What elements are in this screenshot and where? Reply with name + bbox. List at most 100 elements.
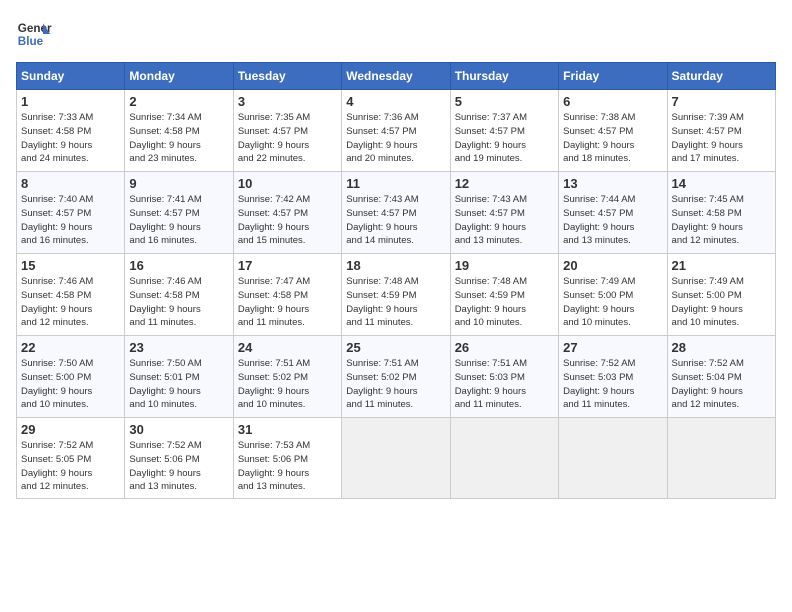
- day-info: Sunrise: 7:42 AMSunset: 4:57 PMDaylight:…: [238, 193, 337, 248]
- svg-text:Blue: Blue: [18, 35, 44, 48]
- empty-cell: [667, 418, 775, 499]
- day-info: Sunrise: 7:34 AMSunset: 4:58 PMDaylight:…: [129, 111, 228, 166]
- col-tuesday: Tuesday: [233, 63, 341, 90]
- day-cell-23: 23Sunrise: 7:50 AMSunset: 5:01 PMDayligh…: [125, 336, 233, 418]
- day-cell-15: 15Sunrise: 7:46 AMSunset: 4:58 PMDayligh…: [17, 254, 125, 336]
- calendar-week-row: 22 Sunrise: 7:50 AMSunset: 5:00 PMDayligh…: [17, 336, 776, 418]
- calendar-week-row: 1 Sunrise: 7:33 AMSunset: 4:58 PMDaylight…: [17, 90, 776, 172]
- logo: General Blue: [16, 16, 52, 52]
- col-thursday: Thursday: [450, 63, 558, 90]
- day-number: 29: [21, 422, 120, 437]
- day-cell-18: 18 Sunrise: 7:48 AMSunset: 4:59 PMDayligh…: [342, 254, 450, 336]
- day-number: 5: [455, 94, 554, 109]
- day-number: 4: [346, 94, 445, 109]
- day-cell-3: 3Sunrise: 7:35 AMSunset: 4:57 PMDaylight…: [233, 90, 341, 172]
- col-monday: Monday: [125, 63, 233, 90]
- day-cell-9: 9Sunrise: 7:41 AMSunset: 4:57 PMDaylight…: [125, 172, 233, 254]
- day-number: 8: [21, 176, 120, 191]
- day-number: 18: [346, 258, 445, 273]
- day-info: Sunrise: 7:37 AMSunset: 4:57 PMDaylight:…: [455, 111, 554, 166]
- day-number: 7: [672, 94, 771, 109]
- day-info: Sunrise: 7:52 AMSunset: 5:06 PMDaylight:…: [129, 439, 228, 494]
- empty-cell: [559, 418, 667, 499]
- day-info: Sunrise: 7:43 AMSunset: 4:57 PMDaylight:…: [346, 193, 445, 248]
- day-info: Sunrise: 7:49 AMSunset: 5:00 PMDaylight:…: [563, 275, 662, 330]
- col-friday: Friday: [559, 63, 667, 90]
- day-number: 3: [238, 94, 337, 109]
- day-number: 24: [238, 340, 337, 355]
- day-info: Sunrise: 7:46 AMSunset: 4:58 PMDaylight:…: [129, 275, 228, 330]
- col-sunday: Sunday: [17, 63, 125, 90]
- day-cell-22: 22 Sunrise: 7:50 AMSunset: 5:00 PMDayligh…: [17, 336, 125, 418]
- day-cell-7: 7 Sunrise: 7:39 AMSunset: 4:57 PMDaylight…: [667, 90, 775, 172]
- day-info: Sunrise: 7:40 AMSunset: 4:57 PMDaylight:…: [21, 193, 120, 248]
- calendar-week-row: 29 Sunrise: 7:52 AMSunset: 5:05 PMDayligh…: [17, 418, 776, 499]
- day-number: 28: [672, 340, 771, 355]
- day-cell-28: 28 Sunrise: 7:52 AMSunset: 5:04 PMDayligh…: [667, 336, 775, 418]
- day-cell-10: 10 Sunrise: 7:42 AMSunset: 4:57 PMDayligh…: [233, 172, 341, 254]
- day-number: 12: [455, 176, 554, 191]
- day-cell-8: 8 Sunrise: 7:40 AMSunset: 4:57 PMDaylight…: [17, 172, 125, 254]
- day-number: 20: [563, 258, 662, 273]
- day-number: 26: [455, 340, 554, 355]
- day-number: 2: [129, 94, 228, 109]
- day-info: Sunrise: 7:52 AMSunset: 5:04 PMDaylight:…: [672, 357, 771, 412]
- day-cell-21: 21 Sunrise: 7:49 AMSunset: 5:00 PMDayligh…: [667, 254, 775, 336]
- day-cell-19: 19 Sunrise: 7:48 AMSunset: 4:59 PMDayligh…: [450, 254, 558, 336]
- day-cell-2: 2 Sunrise: 7:34 AMSunset: 4:58 PMDaylight…: [125, 90, 233, 172]
- day-cell-17: 17Sunrise: 7:47 AMSunset: 4:58 PMDayligh…: [233, 254, 341, 336]
- day-number: 22: [21, 340, 120, 355]
- calendar-week-row: 15 Sunrise: 7:46 AMSunset: 4:58 PMDayligh…: [17, 254, 776, 336]
- day-number: 10: [238, 176, 337, 191]
- day-info: Sunrise: 7:48 AMSunset: 4:59 PMDaylight:…: [455, 275, 554, 330]
- day-cell-6: 6Sunrise: 7:38 AMSunset: 4:57 PMDaylight…: [559, 90, 667, 172]
- day-info: Sunrise: 7:50 AMSunset: 5:00 PMDaylight:…: [21, 357, 120, 412]
- page-header: General Blue: [16, 16, 776, 52]
- calendar-week-row: 8 Sunrise: 7:40 AMSunset: 4:57 PMDaylight…: [17, 172, 776, 254]
- day-cell-14: 14 Sunrise: 7:45 AMSunset: 4:58 PMDayligh…: [667, 172, 775, 254]
- day-info: Sunrise: 7:39 AMSunset: 4:57 PMDaylight:…: [672, 111, 771, 166]
- day-number: 19: [455, 258, 554, 273]
- col-saturday: Saturday: [667, 63, 775, 90]
- day-info: Sunrise: 7:51 AMSunset: 5:02 PMDaylight:…: [238, 357, 337, 412]
- day-cell-4: 4Sunrise: 7:36 AMSunset: 4:57 PMDaylight…: [342, 90, 450, 172]
- day-number: 25: [346, 340, 445, 355]
- day-info: Sunrise: 7:38 AMSunset: 4:57 PMDaylight:…: [563, 111, 662, 166]
- day-info: Sunrise: 7:51 AMSunset: 5:02 PMDaylight:…: [346, 357, 445, 412]
- day-cell-16: 16 Sunrise: 7:46 AMSunset: 4:58 PMDayligh…: [125, 254, 233, 336]
- day-cell-13: 13Sunrise: 7:44 AMSunset: 4:57 PMDayligh…: [559, 172, 667, 254]
- day-info: Sunrise: 7:50 AMSunset: 5:01 PMDaylight:…: [129, 357, 228, 412]
- day-info: Sunrise: 7:33 AMSunset: 4:58 PMDaylight:…: [21, 111, 120, 166]
- day-number: 11: [346, 176, 445, 191]
- day-cell-24: 24 Sunrise: 7:51 AMSunset: 5:02 PMDayligh…: [233, 336, 341, 418]
- day-info: Sunrise: 7:48 AMSunset: 4:59 PMDaylight:…: [346, 275, 445, 330]
- day-number: 21: [672, 258, 771, 273]
- day-number: 14: [672, 176, 771, 191]
- empty-cell: [450, 418, 558, 499]
- day-info: Sunrise: 7:52 AMSunset: 5:03 PMDaylight:…: [563, 357, 662, 412]
- day-info: Sunrise: 7:44 AMSunset: 4:57 PMDaylight:…: [563, 193, 662, 248]
- day-cell-5: 5 Sunrise: 7:37 AMSunset: 4:57 PMDaylight…: [450, 90, 558, 172]
- day-info: Sunrise: 7:52 AMSunset: 5:05 PMDaylight:…: [21, 439, 120, 494]
- day-cell-30: 30 Sunrise: 7:52 AMSunset: 5:06 PMDayligh…: [125, 418, 233, 499]
- day-cell-1: 1 Sunrise: 7:33 AMSunset: 4:58 PMDaylight…: [17, 90, 125, 172]
- day-number: 1: [21, 94, 120, 109]
- day-number: 9: [129, 176, 228, 191]
- day-info: Sunrise: 7:43 AMSunset: 4:57 PMDaylight:…: [455, 193, 554, 248]
- day-cell-29: 29 Sunrise: 7:52 AMSunset: 5:05 PMDayligh…: [17, 418, 125, 499]
- day-cell-25: 25 Sunrise: 7:51 AMSunset: 5:02 PMDayligh…: [342, 336, 450, 418]
- col-wednesday: Wednesday: [342, 63, 450, 90]
- day-cell-26: 26Sunrise: 7:51 AMSunset: 5:03 PMDayligh…: [450, 336, 558, 418]
- day-number: 15: [21, 258, 120, 273]
- day-cell-27: 27 Sunrise: 7:52 AMSunset: 5:03 PMDayligh…: [559, 336, 667, 418]
- day-info: Sunrise: 7:49 AMSunset: 5:00 PMDaylight:…: [672, 275, 771, 330]
- day-number: 30: [129, 422, 228, 437]
- day-number: 16: [129, 258, 228, 273]
- calendar-table: Sunday Monday Tuesday Wednesday Thursday…: [16, 62, 776, 499]
- day-number: 27: [563, 340, 662, 355]
- weekday-header-row: Sunday Monday Tuesday Wednesday Thursday…: [17, 63, 776, 90]
- day-info: Sunrise: 7:45 AMSunset: 4:58 PMDaylight:…: [672, 193, 771, 248]
- day-info: Sunrise: 7:47 AMSunset: 4:58 PMDaylight:…: [238, 275, 337, 330]
- day-cell-31: 31Sunrise: 7:53 AMSunset: 5:06 PMDayligh…: [233, 418, 341, 499]
- day-number: 31: [238, 422, 337, 437]
